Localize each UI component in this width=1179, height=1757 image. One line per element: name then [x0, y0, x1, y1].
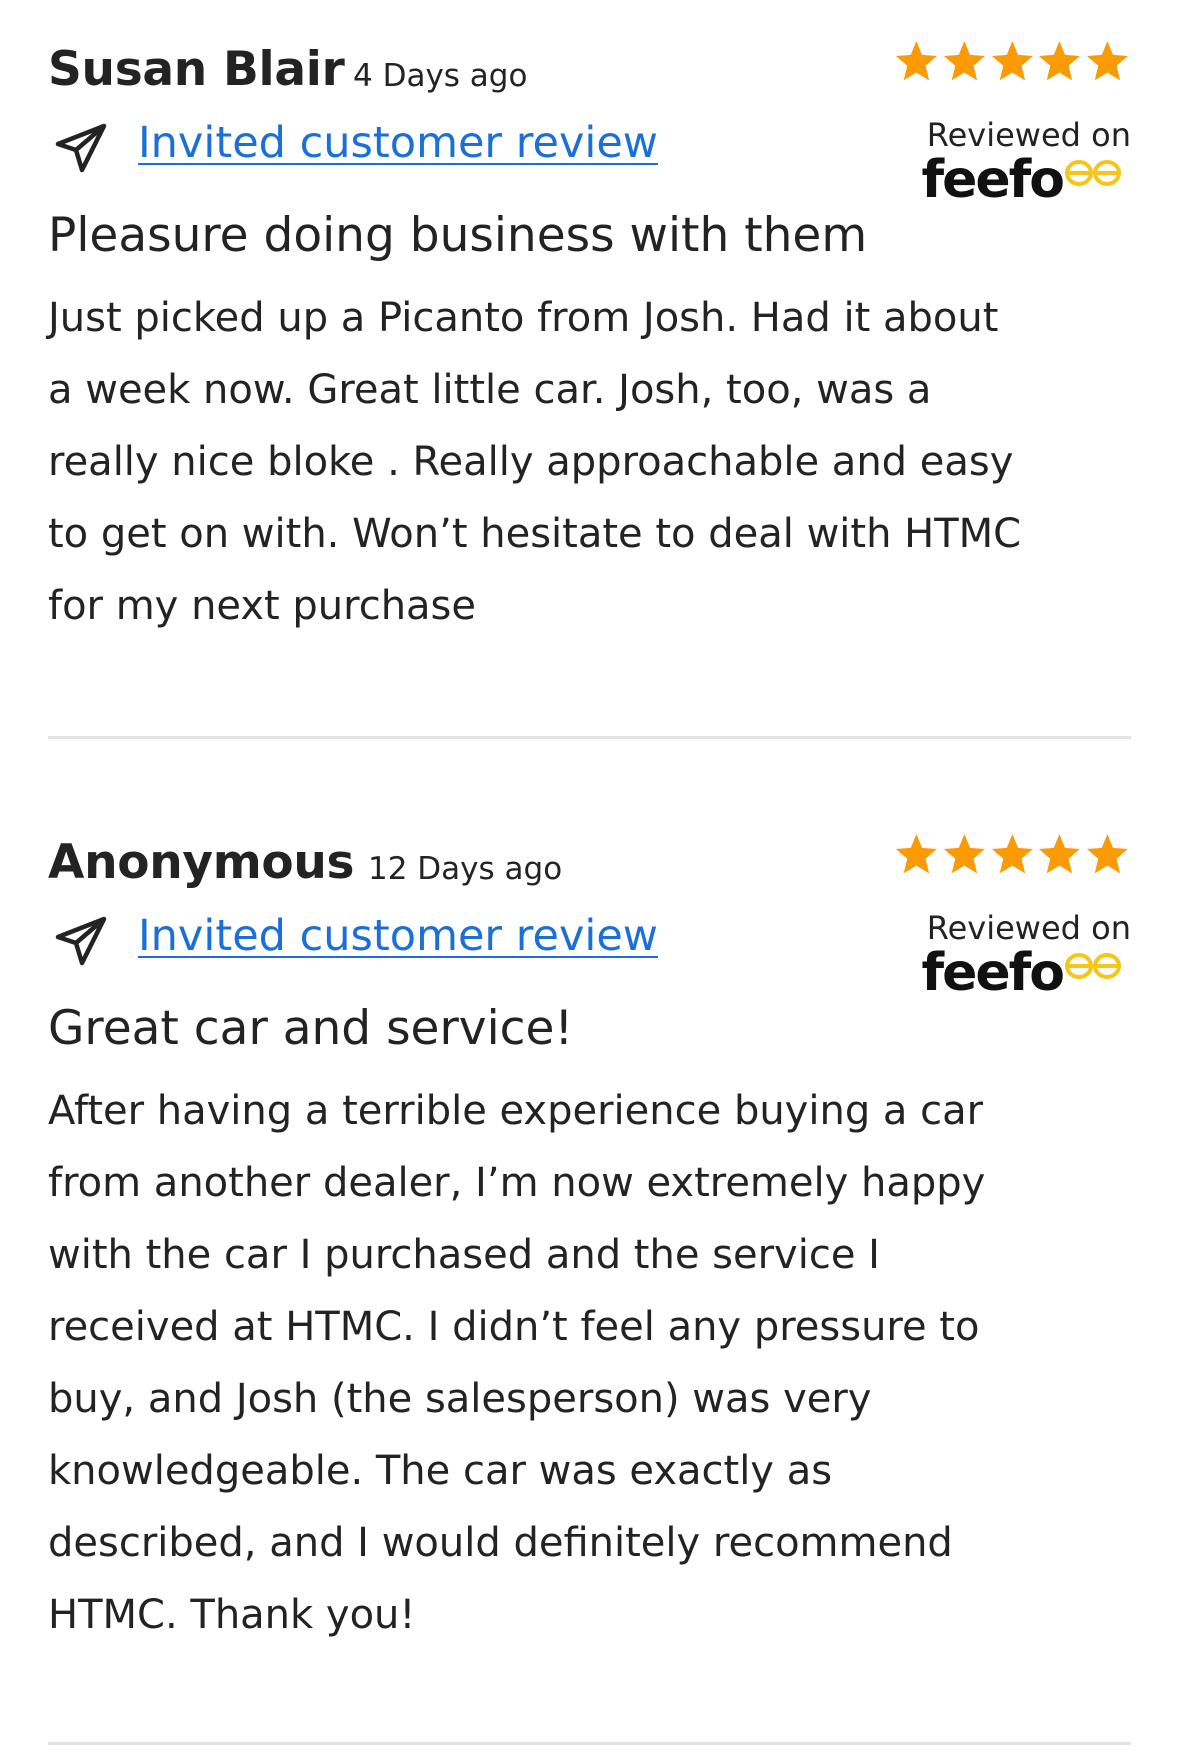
star-icon: [1087, 41, 1129, 81]
paper-plane-icon: [55, 916, 107, 966]
star-icon: [943, 41, 985, 81]
feefo-wordmark: feefo: [921, 150, 1065, 210]
review-body-line: from another dealer, I’m now extremely h…: [48, 1160, 986, 1206]
star-icon: [1087, 834, 1129, 874]
review-body-line: described, and I would definitely recomm…: [48, 1520, 953, 1566]
feefo-eyes-icon: [1065, 160, 1121, 186]
review-date: 12 Days ago: [368, 851, 563, 887]
star-rating: [893, 831, 1131, 879]
paper-plane-icon: [55, 123, 107, 173]
review-body-line: for my next purchase: [48, 583, 477, 629]
reviewed-on-label: Reviewed on: [926, 909, 1131, 947]
review-body-line: Just picked up a Picanto from Josh. Had …: [48, 295, 999, 341]
review-title: Great car and service!: [48, 1001, 574, 1056]
review-body: Just picked up a Picanto from Josh. Had …: [48, 282, 1131, 642]
star-icon: [943, 834, 985, 874]
feefo-logo[interactable]: feefo: [921, 943, 1123, 1003]
feefo-wordmark: feefo: [921, 943, 1065, 1003]
review-body-line: knowledgeable. The car was exactly as: [48, 1448, 833, 1494]
review-divider: [48, 1742, 1131, 1745]
review-body-line: After having a terrible experience buyin…: [48, 1088, 984, 1134]
review-body-line: HTMC. Thank you!: [48, 1592, 416, 1638]
review-body-line: with the car I purchased and the service…: [48, 1232, 880, 1278]
review-title: Pleasure doing business with them: [48, 208, 868, 263]
invited-customer-review-link[interactable]: Invited customer review: [138, 118, 658, 168]
star-icon: [991, 834, 1033, 874]
review-body-line: a week now. Great little car. Josh, too,…: [48, 367, 932, 413]
review-body-line: buy, and Josh (the salesperson) was very: [48, 1376, 872, 1422]
star-rating: [893, 38, 1131, 86]
feefo-logo[interactable]: feefo: [921, 150, 1123, 210]
review-body-line: received at HTMC. I didn’t feel any pres…: [48, 1304, 980, 1350]
review-divider: [48, 736, 1131, 739]
review-body: After having a terrible experience buyin…: [48, 1075, 1131, 1651]
reviewed-on-label: Reviewed on: [926, 116, 1131, 154]
star-icon: [895, 834, 937, 874]
invited-customer-review-link[interactable]: Invited customer review: [138, 911, 658, 961]
star-icon: [1039, 41, 1081, 81]
review-body-line: really nice bloke . Really approachable …: [48, 439, 1014, 485]
star-icon: [991, 41, 1033, 81]
star-icon: [1039, 834, 1081, 874]
review-date: 4 Days ago: [353, 58, 528, 94]
reviewer-name: Susan Blair: [48, 42, 345, 97]
reviewer-name: Anonymous: [48, 835, 355, 890]
review-body-line: to get on with. Won’t hesitate to deal w…: [48, 511, 1022, 557]
star-icon: [895, 41, 937, 81]
feefo-eyes-icon: [1065, 953, 1121, 979]
